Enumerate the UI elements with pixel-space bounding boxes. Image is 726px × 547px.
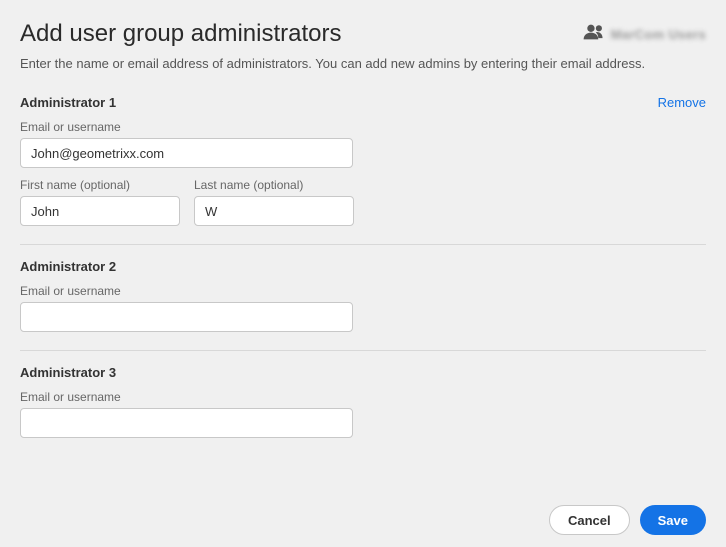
dialog-header: Add user group administrators MarCom Use… <box>20 20 706 48</box>
first-name-input-1[interactable] <box>20 196 180 226</box>
save-button[interactable]: Save <box>640 505 706 535</box>
admin-heading-1: Administrator 1 <box>20 95 116 110</box>
email-input-1[interactable] <box>20 138 353 168</box>
dialog-footer: Cancel Save <box>20 495 706 535</box>
first-name-label: First name (optional) <box>20 178 180 192</box>
group-icon <box>583 23 605 46</box>
admin-header-2: Administrator 2 <box>20 259 706 274</box>
admin-section-1: Administrator 1 Remove Email or username… <box>20 95 706 245</box>
admin-heading-3: Administrator 3 <box>20 365 116 380</box>
last-name-input-1[interactable] <box>194 196 354 226</box>
admin-heading-2: Administrator 2 <box>20 259 116 274</box>
admin-header-3: Administrator 3 <box>20 365 706 380</box>
dialog-title: Add user group administrators <box>20 20 342 48</box>
admin-header-1: Administrator 1 Remove <box>20 95 706 110</box>
dialog-subtitle: Enter the name or email address of admin… <box>20 56 706 71</box>
email-input-3[interactable] <box>20 408 353 438</box>
email-label: Email or username <box>20 284 706 298</box>
add-admin-dialog: Add user group administrators MarCom Use… <box>0 0 726 547</box>
group-indicator: MarCom Users <box>583 23 706 46</box>
admin-section-3: Administrator 3 Email or username <box>20 365 706 456</box>
email-label: Email or username <box>20 390 706 404</box>
group-name-label: MarCom Users <box>611 27 706 42</box>
email-input-2[interactable] <box>20 302 353 332</box>
last-name-label: Last name (optional) <box>194 178 354 192</box>
cancel-button[interactable]: Cancel <box>549 505 630 535</box>
remove-link[interactable]: Remove <box>658 95 706 110</box>
admin-section-2: Administrator 2 Email or username <box>20 259 706 351</box>
email-label: Email or username <box>20 120 706 134</box>
